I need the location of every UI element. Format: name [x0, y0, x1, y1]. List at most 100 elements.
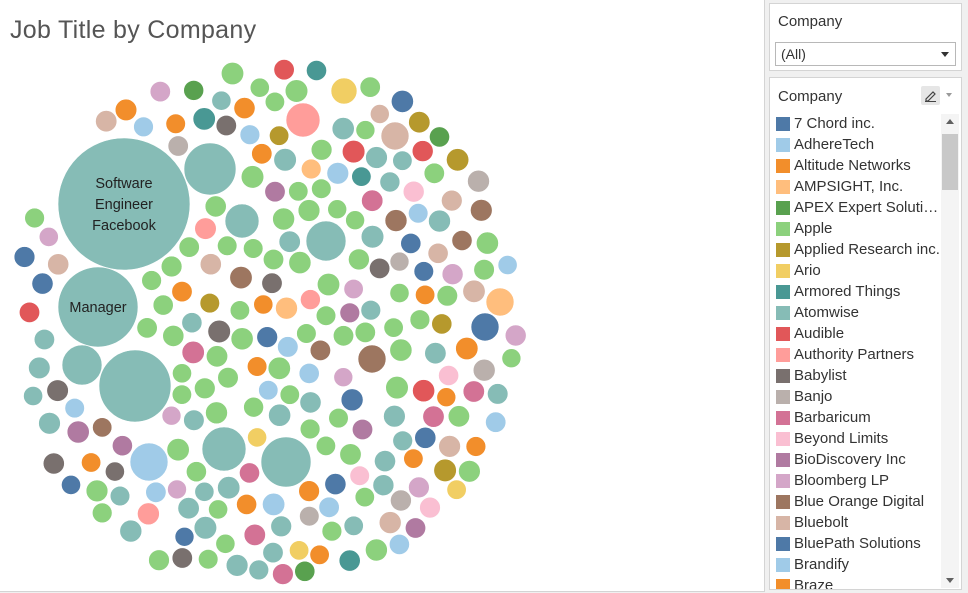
bubble[interactable] [258, 380, 279, 401]
bubble[interactable] [28, 356, 51, 380]
bubble[interactable] [285, 102, 321, 138]
bubble[interactable] [298, 480, 320, 502]
bubble[interactable] [288, 181, 309, 202]
chevron-down-icon[interactable] [941, 52, 949, 57]
bubble[interactable] [438, 435, 461, 458]
bubble[interactable] [206, 345, 229, 368]
bubble[interactable] [247, 356, 268, 377]
bubble[interactable] [465, 436, 487, 457]
bubble[interactable] [262, 542, 284, 564]
legend-item[interactable]: APEX Expert Solutions [774, 198, 940, 219]
bubble[interactable] [380, 121, 410, 151]
bubble[interactable] [369, 104, 390, 124]
bubble[interactable] [194, 217, 217, 240]
bubble[interactable] [338, 549, 361, 572]
bubble[interactable] [269, 125, 290, 146]
bubble[interactable] [215, 533, 236, 554]
legend-item[interactable]: BioDiscovery Inc [774, 450, 940, 471]
bubble[interactable] [208, 499, 229, 520]
bubble[interactable] [324, 473, 347, 496]
bubble[interactable] [230, 327, 254, 351]
bubble[interactable] [433, 458, 457, 483]
bubble[interactable] [351, 418, 373, 440]
bubble[interactable] [253, 294, 274, 315]
bubble[interactable] [148, 549, 170, 571]
bubble[interactable] [424, 342, 447, 365]
bubble[interactable] [299, 391, 322, 414]
bubble[interactable] [38, 226, 59, 247]
bubble[interactable] [174, 526, 195, 547]
bubble[interactable] [109, 485, 131, 507]
bubble[interactable] [217, 476, 241, 500]
bubble[interactable] [129, 442, 169, 482]
scroll-down-icon[interactable] [946, 578, 954, 583]
bubble[interactable] [273, 59, 295, 81]
bubble[interactable] [13, 246, 36, 268]
legend-item[interactable]: Blue Orange Digital [774, 492, 940, 513]
bubble[interactable] [33, 328, 55, 350]
bubble[interactable] [447, 405, 470, 428]
bubble[interactable] [91, 502, 113, 524]
bubble[interactable] [360, 225, 385, 249]
bubble[interactable] [217, 367, 239, 389]
scroll-up-icon[interactable] [946, 119, 954, 124]
bubble[interactable] [268, 403, 292, 427]
bubble[interactable] [419, 496, 441, 519]
bubble[interactable] [428, 209, 451, 233]
bubble[interactable] [436, 285, 458, 307]
bubble[interactable] [256, 326, 278, 348]
bubble[interactable] [177, 497, 200, 520]
bubble[interactable] [383, 405, 406, 428]
bubble[interactable] [385, 376, 409, 400]
bubble[interactable] [233, 97, 256, 120]
bubble[interactable] [451, 230, 473, 251]
bubble[interactable] [260, 436, 312, 488]
bubble[interactable] [172, 363, 192, 384]
bubble[interactable] [412, 379, 436, 403]
bubble[interactable] [264, 181, 286, 203]
bubble[interactable] [383, 317, 404, 338]
bubble[interactable] [345, 210, 365, 230]
bubble[interactable] [354, 321, 376, 343]
bubble[interactable] [501, 348, 522, 369]
bubble[interactable] [504, 324, 527, 347]
bubble[interactable] [413, 261, 434, 282]
bubble[interactable] [183, 142, 237, 196]
bubble[interactable] [284, 79, 309, 103]
bubble[interactable] [301, 158, 322, 180]
bubble[interactable] [225, 554, 249, 577]
bubble[interactable] [211, 90, 232, 111]
bubble[interactable] [436, 387, 457, 408]
bubble[interactable] [365, 146, 388, 169]
bubble[interactable] [389, 283, 410, 304]
bubble[interactable] [178, 236, 200, 258]
bubble[interactable] [392, 150, 413, 171]
bubble[interactable] [183, 409, 205, 431]
legend-item[interactable]: Barbaricum [774, 408, 940, 429]
bubble[interactable] [165, 113, 186, 134]
bubble[interactable] [331, 117, 355, 141]
bubble[interactable] [342, 140, 366, 164]
bubble[interactable] [326, 162, 349, 185]
bubble[interactable] [277, 336, 299, 358]
bubble[interactable] [161, 405, 182, 426]
bubble[interactable] [95, 110, 118, 133]
bubble[interactable] [361, 189, 384, 212]
bubble[interactable] [414, 426, 437, 449]
bubble[interactable] [160, 255, 183, 278]
bubble[interactable] [215, 115, 237, 137]
bubble[interactable] [272, 563, 294, 585]
bubble[interactable] [332, 325, 354, 347]
bubble[interactable] [272, 207, 295, 231]
bubble[interactable] [400, 232, 422, 254]
legend-item[interactable]: Atomwise [774, 303, 940, 324]
bubble[interactable] [137, 502, 160, 526]
bubble[interactable] [294, 560, 316, 582]
bubble[interactable] [475, 231, 499, 255]
bubble[interactable] [145, 481, 167, 503]
bubble[interactable] [390, 489, 412, 512]
bubble[interactable] [183, 80, 204, 101]
bubble[interactable] [427, 242, 449, 264]
bubble[interactable] [299, 418, 321, 440]
bubble[interactable] [133, 116, 154, 138]
